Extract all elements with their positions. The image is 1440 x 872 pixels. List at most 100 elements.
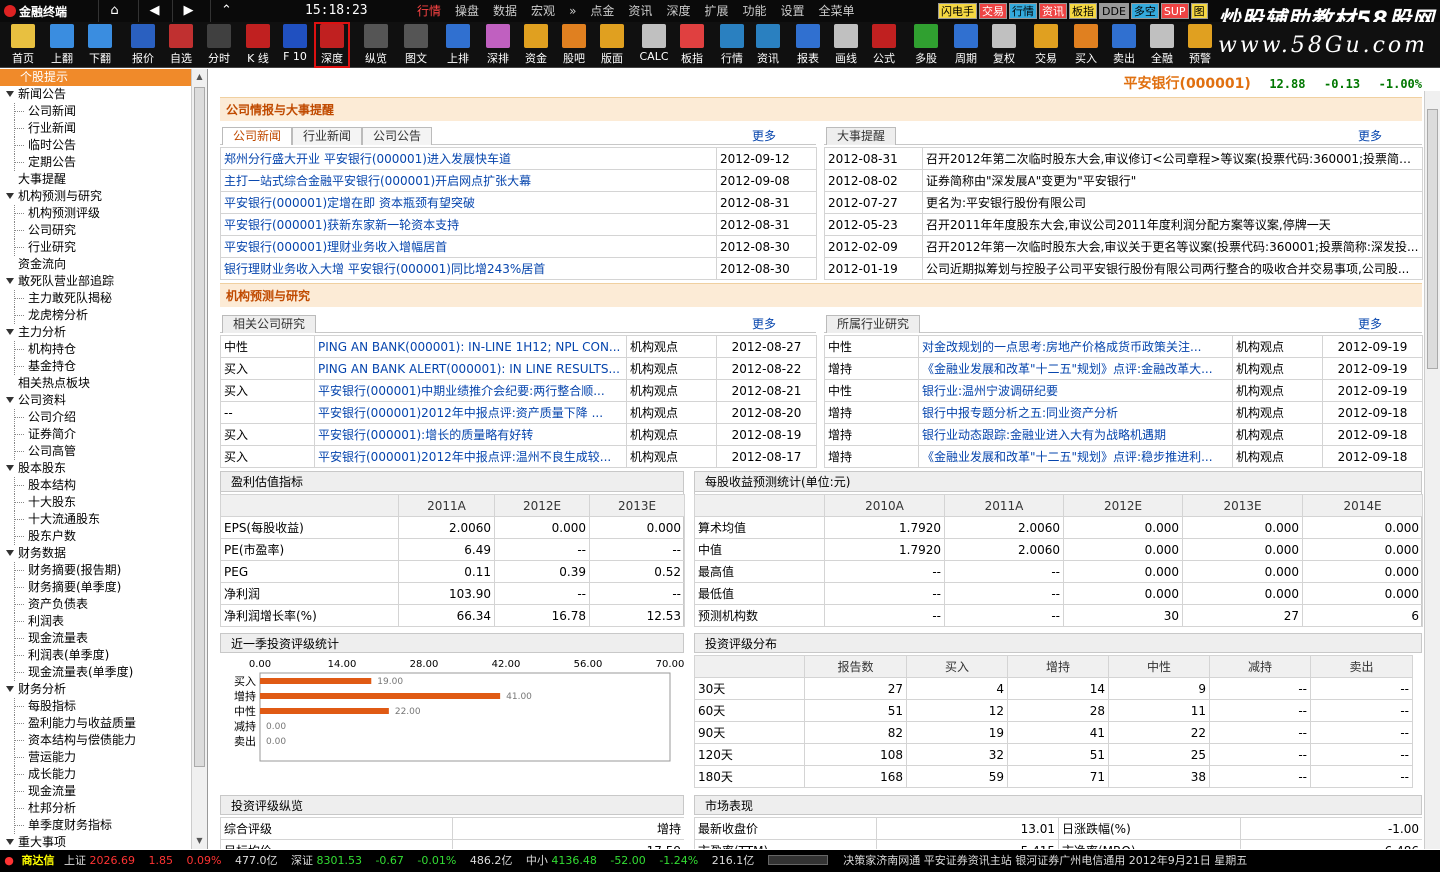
toolbar-button[interactable]: 公式 [866, 22, 902, 68]
toolbar-button[interactable]: 首页 [5, 22, 41, 68]
sidebar-item[interactable]: 相关热点板块 [0, 375, 192, 392]
table-cell[interactable]: 平安银行(000001)2012年中报点评:温州不良生成较... [314, 445, 627, 468]
sidebar-item[interactable]: 股本结构 [0, 477, 192, 494]
toolbar-button[interactable]: 多股 [908, 22, 944, 68]
sidebar-item[interactable]: 新闻公告 [0, 86, 192, 103]
function-tab[interactable]: SUP [1160, 3, 1189, 19]
toolbar-button[interactable]: 图文 [398, 22, 434, 68]
menu-item[interactable]: » [562, 0, 583, 22]
scroll-up-icon[interactable]: ▲ [192, 69, 207, 85]
sidebar-item[interactable]: 财务分析 [0, 681, 192, 698]
expand-toggle-icon[interactable] [6, 91, 14, 97]
zx-label[interactable]: 中小 [526, 850, 548, 872]
sidebar-item[interactable]: 资金流向 [0, 256, 192, 273]
sidebar-item[interactable]: 重大事项 [0, 834, 192, 851]
toolbar-button[interactable]: 交易 [1028, 22, 1064, 68]
sidebar-item[interactable]: 每股指标 [0, 698, 192, 715]
sidebar-item[interactable]: 成长能力 [0, 766, 192, 783]
function-tab[interactable]: 资讯 [1039, 3, 1067, 19]
function-tab[interactable]: 交易 [979, 3, 1007, 19]
forward-icon[interactable]: ▶ [172, 0, 204, 22]
sidebar-item[interactable]: 公司研究 [0, 222, 192, 239]
expand-toggle-icon[interactable] [6, 193, 14, 199]
sidebar-item[interactable]: 敢死队营业部追踪 [0, 273, 192, 290]
toolbar-button[interactable]: 报表 [790, 22, 826, 68]
sidebar-item[interactable]: 大事提醒 [0, 171, 192, 188]
table-cell[interactable]: 平安银行(000001):增长的质量略有好转 [314, 423, 627, 446]
menu-item[interactable]: 扩展 [697, 0, 735, 22]
sidebar-item[interactable]: 个股提示 [0, 69, 192, 86]
sidebar-item[interactable]: 定期公告 [0, 154, 192, 171]
sidebar-item[interactable]: 股本股东 [0, 460, 192, 477]
table-cell[interactable]: 《金融业发展和改革"十二五"规划》点评:稳步推进利... [918, 445, 1233, 468]
sidebar-item[interactable]: 公司新闻 [0, 103, 192, 120]
main-scroll-thumb[interactable] [1427, 109, 1438, 369]
table-cell[interactable]: 《金融业发展和改革"十二五"规划》点评:金融改革大... [918, 357, 1233, 380]
sidebar-item[interactable]: 利润表(单季度) [0, 647, 192, 664]
sidebar-item[interactable]: 主力分析 [0, 324, 192, 341]
toolbar-button[interactable]: 报价 [125, 22, 161, 68]
sidebar-item[interactable]: 证券简介 [0, 426, 192, 443]
table-cell[interactable]: 对金改规划的一点思考:房地产价格成货币政策关注... [918, 335, 1233, 358]
expand-toggle-icon[interactable] [6, 278, 14, 284]
table-cell[interactable]: 主打一站式综合金融平安银行(000001)开启网点扩张大幕 [220, 169, 717, 192]
toolbar-button[interactable]: 上排 [440, 22, 476, 68]
tab-industry-research[interactable]: 所属行业研究 [826, 315, 921, 333]
home-nav-icon[interactable]: ⌂ [98, 0, 130, 22]
sidebar-item[interactable]: 现金流量 [0, 783, 192, 800]
function-tab[interactable]: 板指 [1069, 3, 1097, 19]
menu-item[interactable]: 点金 [583, 0, 621, 22]
menu-item[interactable]: 资讯 [621, 0, 659, 22]
sidebar-item[interactable]: 主力敢死队揭秘 [0, 290, 192, 307]
news-ticker[interactable]: 决策家济南网通 平安证券资讯主站 银河证券广州电信通用 2012年9月21日 星… [843, 850, 1247, 872]
sidebar-item[interactable]: 现金流量表 [0, 630, 192, 647]
sidebar-item[interactable]: 单季度财务指标 [0, 817, 192, 834]
toolbar-button[interactable]: 分时 [201, 22, 237, 68]
news-more-link[interactable]: 更多 [752, 127, 776, 144]
sidebar-item[interactable]: 基金持仓 [0, 358, 192, 375]
function-tab[interactable]: DDE [1099, 3, 1129, 19]
sidebar-item[interactable]: 龙虎榜分析 [0, 307, 192, 324]
company-research-more-link[interactable]: 更多 [752, 315, 776, 332]
sidebar-scroll-thumb[interactable] [194, 87, 205, 767]
menu-item[interactable]: 设置 [773, 0, 811, 22]
menu-item[interactable]: 宏观 [524, 0, 562, 22]
table-cell[interactable]: 平安银行(000001)中期业绩推介会纪要:两行整合顺... [314, 379, 627, 402]
toolbar-button[interactable]: 深排 [480, 22, 516, 68]
expand-toggle-icon[interactable] [6, 686, 14, 692]
toolbar-button[interactable]: F 10 [277, 22, 313, 68]
sidebar-item[interactable]: 股东户数 [0, 528, 192, 545]
toolbar-button[interactable]: 板指 [674, 22, 710, 68]
toolbar-button[interactable]: 卖出 [1106, 22, 1142, 68]
sidebar-scrollbar[interactable]: ▲ ▼ [191, 69, 207, 849]
table-cell[interactable]: 平安银行(000001)获新东家新一轮资本支持 [220, 213, 717, 236]
sidebar-item[interactable]: 公司高管 [0, 443, 192, 460]
toolbar-button[interactable]: CALC [636, 22, 672, 68]
sidebar-item[interactable]: 行业新闻 [0, 120, 192, 137]
expand-toggle-icon[interactable] [6, 550, 14, 556]
sidebar-item[interactable]: 公司资料 [0, 392, 192, 409]
sidebar-item[interactable]: 机构预测与研究 [0, 188, 192, 205]
table-cell[interactable]: 郑州分行盛大开业 平安银行(000001)进入发展快车道 [220, 147, 717, 170]
function-tab[interactable]: 行情 [1009, 3, 1037, 19]
sidebar-item[interactable]: 利润表 [0, 613, 192, 630]
menu-item[interactable]: 数据 [486, 0, 524, 22]
tab-company-research[interactable]: 相关公司研究 [222, 315, 317, 333]
sidebar-item[interactable]: 营运能力 [0, 749, 192, 766]
sidebar-item[interactable]: 现金流量表(单季度) [0, 664, 192, 681]
expand-toggle-icon[interactable] [6, 839, 14, 845]
toolbar-button[interactable]: 行情 [714, 22, 750, 68]
toolbar-button[interactable]: 全融 [1144, 22, 1180, 68]
events-more-link[interactable]: 更多 [1358, 127, 1382, 144]
function-tab[interactable]: 多空 [1130, 3, 1159, 19]
table-cell[interactable]: 平安银行(000001)理财业务收入增幅居首 [220, 235, 717, 258]
table-cell[interactable]: 银行中报专题分析之五:同业资产分析 [918, 401, 1233, 424]
expand-toggle-icon[interactable] [6, 465, 14, 471]
sidebar-item[interactable]: 杜邦分析 [0, 800, 192, 817]
toolbar-button[interactable]: 纵览 [358, 22, 394, 68]
toolbar-button[interactable]: 复权 [986, 22, 1022, 68]
sidebar-item[interactable]: 财务摘要(报告期) [0, 562, 192, 579]
sh-label[interactable]: 上证 [64, 850, 86, 872]
sidebar-item[interactable]: 临时公告 [0, 137, 192, 154]
table-cell[interactable]: 平安银行(000001)2012年中报点评:资产质量下降 ... [314, 401, 627, 424]
